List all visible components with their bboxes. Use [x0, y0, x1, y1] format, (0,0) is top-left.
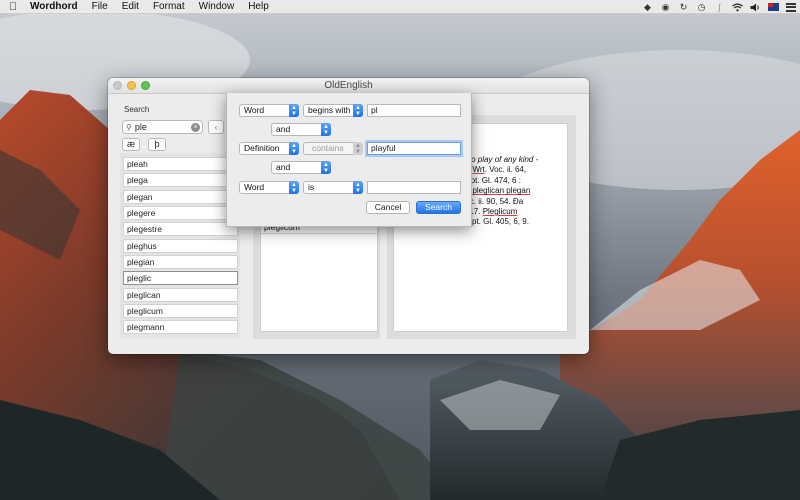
close-button[interactable] — [113, 81, 122, 90]
list-item[interactable]: pleghus — [123, 239, 238, 253]
chevron-updown-icon: ▲ ▼ — [289, 181, 299, 194]
search-label: Search — [124, 105, 150, 114]
insert-thorn-button[interactable]: þ — [148, 138, 166, 151]
definition-fragment: . Voc. ii. 64, — [484, 165, 527, 175]
value-input-1[interactable]: pl — [367, 104, 461, 117]
list-item[interactable]: plegestre — [123, 222, 238, 236]
field-select-3-value: Word — [244, 182, 265, 192]
operator-select-2-value: contains — [312, 143, 344, 153]
menu-format[interactable]: Format — [146, 0, 192, 14]
chevron-updown-icon: ▲ ▼ — [321, 123, 331, 136]
advanced-search-sheet: Word ▲ ▼ begins with ▲ ▼ pl and ▲ ▼ Definition… — [226, 93, 472, 227]
cancel-button[interactable]: Cancel — [366, 201, 410, 214]
window-titlebar[interactable]: OldEnglish — [108, 78, 589, 94]
list-item-selected[interactable]: pleglic — [123, 271, 238, 285]
list-item[interactable]: plegmann — [123, 320, 238, 334]
definition-line: . Voc. ii. 90, 54. Ða — [456, 197, 565, 207]
definition-line: ing to play of any kind - — [456, 155, 565, 165]
search-value: ple — [134, 122, 147, 132]
chevron-updown-icon: ▲ ▼ — [353, 181, 363, 194]
join-select-2[interactable]: and ▲ ▼ — [271, 161, 331, 174]
definition-line: 75, 17. Pleglicum — [456, 207, 565, 217]
list-item[interactable]: plegan — [123, 190, 238, 204]
minimize-button[interactable] — [127, 81, 136, 90]
definition-line: . Ðy pleglican plegan — [456, 186, 565, 196]
sync-icon[interactable]: ↻ — [678, 2, 689, 12]
list-item[interactable]: plegian — [123, 255, 238, 269]
operator-select-3-value: is — [308, 182, 315, 192]
field-select-1[interactable]: Word ▲ ▼ — [239, 104, 299, 117]
chevron-updown-icon: ▲ ▼ — [321, 161, 331, 174]
definition-fragment: pleglican plegan — [472, 186, 531, 196]
menu-help[interactable]: Help — [241, 0, 276, 14]
definition-fragment: Pleglicum — [482, 207, 518, 217]
list-item[interactable]: plega — [123, 173, 238, 187]
window-title: OldEnglish — [324, 80, 373, 91]
menu-edit[interactable]: Edit — [115, 0, 146, 14]
dropbox-icon[interactable]: ◆ — [642, 2, 653, 12]
search-button[interactable]: Search — [416, 201, 461, 214]
chevron-updown-icon: ▲ ▼ — [289, 142, 299, 155]
value-input-2[interactable]: playful — [367, 142, 461, 155]
menu-file[interactable]: File — [85, 0, 115, 14]
field-select-2[interactable]: Definition ▲ ▼ — [239, 142, 299, 155]
join-select-1[interactable]: and ▲ ▼ — [271, 123, 331, 136]
join-select-1-value: and — [276, 124, 291, 134]
menu-window[interactable]: Window — [192, 0, 242, 14]
chevron-updown-icon: ▲ ▼ — [353, 104, 363, 117]
definition-fragment: Wrt — [472, 165, 485, 175]
operator-select-2[interactable]: contains ▲ ▼ — [303, 142, 363, 155]
search-input[interactable]: ⚲ ple × — [122, 120, 203, 134]
operator-select-1[interactable]: begins with ▲ ▼ — [303, 104, 363, 117]
menu-bar:  Wordhord File Edit Format Window Help … — [0, 0, 800, 14]
menu-extra-icon[interactable] — [786, 2, 796, 12]
apple-icon[interactable]:  — [0, 1, 26, 13]
list-item[interactable]: pleglican — [123, 288, 238, 302]
join-select-2-value: and — [276, 162, 291, 172]
chevron-updown-icon: ▲ ▼ — [289, 104, 299, 117]
insert-ash-button[interactable]: æ — [122, 138, 140, 151]
definition-line: o, Hpt. Gl. 474, 6 : — [456, 176, 565, 186]
time-machine-icon[interactable]: ◷ — [696, 2, 707, 12]
chevron-updown-icon: ▲ ▼ — [353, 142, 363, 155]
definition-line: iaci, Wrt. Voc. ii. 64, — [456, 165, 565, 175]
field-select-3[interactable]: Word ▲ ▼ — [239, 181, 299, 194]
operator-select-3[interactable]: is ▲ ▼ — [303, 181, 363, 194]
clear-search-icon[interactable]: × — [191, 122, 200, 132]
window-controls — [113, 81, 150, 90]
bluetooth-icon[interactable]: ∫ — [714, 2, 725, 12]
back-button[interactable]: ‹ — [208, 120, 224, 134]
operator-select-1-value: begins with — [308, 105, 351, 115]
wifi-icon[interactable] — [732, 2, 743, 12]
field-select-1-value: Word — [244, 105, 265, 115]
menu-app-name[interactable]: Wordhord — [26, 0, 85, 14]
evernote-icon[interactable]: ◉ — [660, 2, 671, 12]
list-item[interactable]: pleah — [123, 157, 238, 171]
flag-icon[interactable] — [768, 3, 779, 11]
definition-line: is, Hpt. Gl. 405, 6, 9. — [456, 217, 565, 227]
volume-icon[interactable] — [750, 2, 761, 12]
value-input-3[interactable] — [367, 181, 461, 194]
list-item[interactable]: pleglicum — [123, 304, 238, 318]
status-menus: ◆ ◉ ↻ ◷ ∫ — [642, 0, 796, 14]
results-list: pleah plega plegan plegere plegestre ple… — [120, 153, 240, 339]
search-icon: ⚲ — [126, 122, 132, 132]
list-item[interactable]: plegere — [123, 206, 238, 220]
zoom-button[interactable] — [141, 81, 150, 90]
field-select-2-value: Definition — [244, 143, 280, 153]
